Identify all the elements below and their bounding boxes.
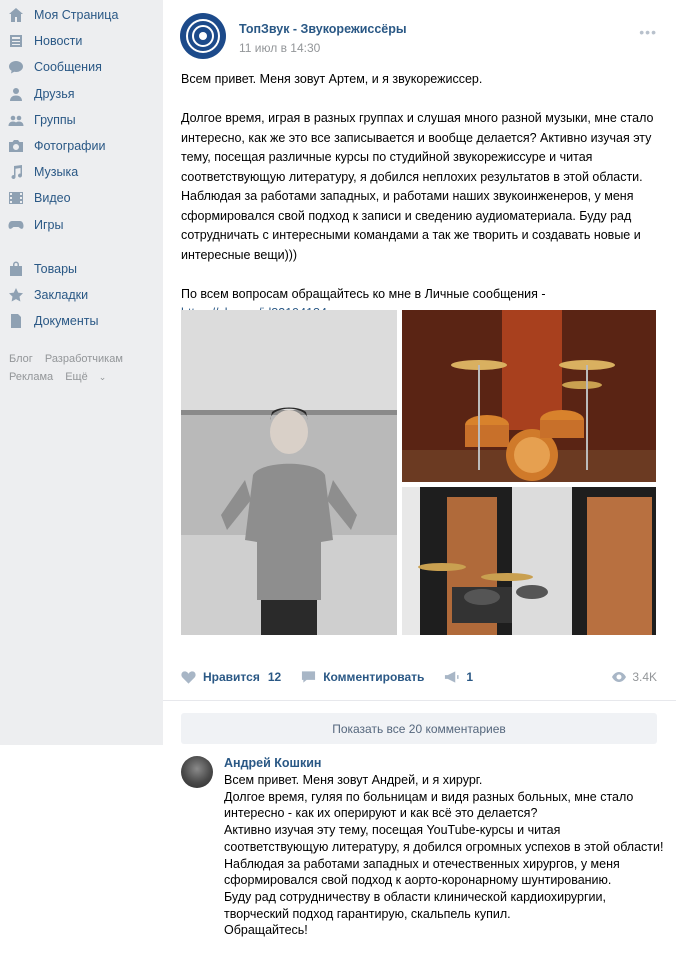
sidebar-item-bookmarks[interactable]: Закладки — [0, 282, 163, 308]
chevron-down-icon: ⌄ — [98, 372, 107, 383]
sidebar-item-label: Новости — [34, 34, 83, 49]
footer-link-ads[interactable]: Реклама — [9, 371, 53, 383]
sidebar-item-news[interactable]: Новости — [0, 28, 163, 54]
studio-drums-illustration — [402, 487, 656, 635]
messages-icon — [8, 59, 24, 75]
post-header: ТопЗвук - Звукорежиссёры 11 июл в 14:30 — [180, 13, 407, 59]
sidebar-item-label: Документы — [34, 314, 99, 329]
views-counter: 3.4K — [612, 670, 657, 684]
comment-left-gap — [0, 745, 163, 960]
comment-item: Андрей Кошкин Всем привет. Меня зовут Ан… — [163, 745, 676, 960]
star-icon — [8, 287, 24, 303]
sidebar-item-label: Моя Страница — [34, 8, 119, 23]
post-date[interactable]: 11 июл в 14:30 — [239, 41, 407, 55]
news-icon — [8, 33, 24, 49]
camera-icon — [8, 138, 24, 154]
wall-post: ТопЗвук - Звукорежиссёры 11 июл в 14:30 … — [163, 0, 676, 745]
show-all-comments-button[interactable]: Показать все 20 комментариев — [181, 713, 657, 744]
sidebar-item-music[interactable]: Музыка — [0, 159, 163, 185]
sidebar-item-video[interactable]: Видео — [0, 185, 163, 211]
comment-icon — [301, 670, 316, 684]
sidebar-item-label: Закладки — [34, 287, 89, 302]
post-photo-drums-studio[interactable] — [402, 487, 656, 635]
sidebar-item-groups[interactable]: Группы — [0, 107, 163, 133]
left-sidebar: Моя Страница Новости Сообщения Друзья Гр… — [0, 0, 163, 745]
post-text: Всем привет. Меня зовут Артем, и я звуко… — [181, 70, 661, 324]
bag-icon — [8, 261, 24, 277]
sidebar-item-documents[interactable]: Документы — [0, 308, 163, 334]
post-meta: ТопЗвук - Звукорежиссёры 11 июл в 14:30 — [239, 22, 407, 59]
comment-text: Всем привет. Меня зовут Андрей, и я хиру… — [224, 773, 664, 938]
post-author-link[interactable]: ТопЗвук - Звукорежиссёры — [239, 22, 407, 36]
group-avatar[interactable] — [180, 13, 226, 59]
sidebar-item-my-page[interactable]: Моя Страница — [0, 2, 163, 28]
sidebar-item-friends[interactable]: Друзья — [0, 81, 163, 107]
comment-button[interactable]: Комментировать — [301, 670, 424, 684]
home-icon — [8, 7, 24, 23]
like-button[interactable]: Нравится 12 — [181, 670, 281, 684]
document-icon — [8, 313, 24, 329]
groups-icon — [8, 112, 24, 128]
footer-more-label: Ещё — [65, 371, 88, 384]
commenter-name-link[interactable]: Андрей Кошкин — [224, 756, 321, 770]
sidebar-item-label: Товары — [34, 261, 77, 276]
commenter-avatar[interactable] — [181, 756, 213, 788]
friends-icon — [8, 86, 24, 102]
post-photo-portrait[interactable] — [181, 310, 397, 635]
sidebar-item-goods[interactable]: Товары — [0, 256, 163, 282]
more-options-icon[interactable]: ••• — [639, 24, 657, 40]
music-icon — [8, 164, 24, 180]
sidebar-item-label: Фотографии — [34, 139, 106, 154]
drum-kit-illustration — [402, 310, 656, 482]
footer-link-developers[interactable]: Разработчикам — [45, 353, 123, 365]
sidebar-item-label: Видео — [34, 191, 71, 206]
footer-link-blog[interactable]: Блог — [9, 353, 33, 365]
eye-icon — [612, 672, 627, 682]
footer-link-more[interactable]: Ещё ⌄ — [65, 371, 115, 383]
sidebar-item-label: Друзья — [34, 86, 75, 101]
portrait-photo-illustration — [181, 310, 397, 635]
post-body: Всем привет. Меня зовут Артем, и я звуко… — [181, 72, 654, 301]
sidebar-item-label: Игры — [34, 217, 64, 232]
comment-label: Комментировать — [323, 670, 425, 684]
video-icon — [8, 190, 24, 206]
sidebar-separator — [0, 238, 163, 256]
vinyl-disc-icon — [186, 19, 220, 53]
post-photo-drums-red-room[interactable] — [402, 310, 656, 482]
gamepad-icon — [8, 217, 24, 233]
sidebar-item-messages[interactable]: Сообщения — [0, 54, 163, 80]
sidebar-item-photos[interactable]: Фотографии — [0, 133, 163, 159]
sidebar-footer-links: Блог Разработчикам Реклама Ещё ⌄ — [0, 350, 163, 386]
share-count: 1 — [466, 670, 474, 684]
megaphone-icon — [444, 670, 459, 684]
sidebar-item-games[interactable]: Игры — [0, 212, 163, 238]
heart-icon — [181, 670, 196, 684]
views-count: 3.4K — [632, 670, 657, 684]
like-count: 12 — [267, 670, 282, 684]
share-button[interactable]: 1 — [444, 670, 473, 684]
sidebar-item-label: Сообщения — [34, 60, 102, 75]
sidebar-item-label: Музыка — [34, 165, 79, 180]
post-actions-bar: Нравится 12 Комментировать 1 3.4K — [181, 668, 657, 686]
sidebar-item-label: Группы — [34, 112, 76, 127]
like-label: Нравится — [203, 670, 260, 684]
actions-divider — [163, 700, 676, 701]
